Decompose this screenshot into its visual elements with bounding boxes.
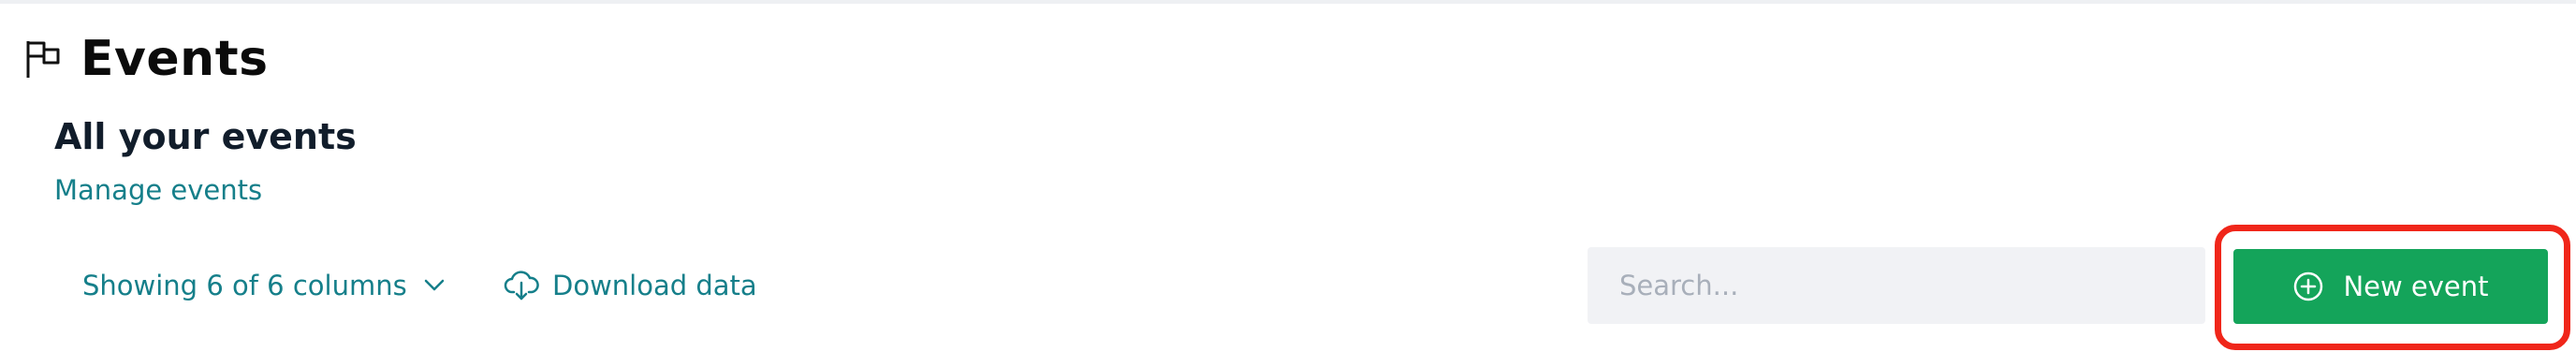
plus-circle-icon xyxy=(2292,271,2324,302)
toolbar: Showing 6 of 6 columns Download data Sea… xyxy=(0,225,2576,350)
columns-dropdown-label: Showing 6 of 6 columns xyxy=(82,270,407,301)
manage-events-link[interactable]: Manage events xyxy=(54,174,262,206)
search-input[interactable] xyxy=(1588,247,2205,324)
new-event-button[interactable]: New event xyxy=(2233,249,2548,324)
page-title: Events xyxy=(80,31,269,87)
download-data-button[interactable]: Download data xyxy=(504,262,757,309)
page-header: Events xyxy=(22,26,269,92)
chevron-down-icon xyxy=(424,279,445,292)
columns-dropdown[interactable]: Showing 6 of 6 columns xyxy=(82,262,445,309)
top-divider xyxy=(0,0,2576,4)
new-event-label: New event xyxy=(2343,271,2489,302)
section-title: All your events xyxy=(54,116,357,157)
flag-icon xyxy=(22,38,64,80)
cloud-download-icon xyxy=(504,271,539,301)
download-data-label: Download data xyxy=(552,270,757,301)
